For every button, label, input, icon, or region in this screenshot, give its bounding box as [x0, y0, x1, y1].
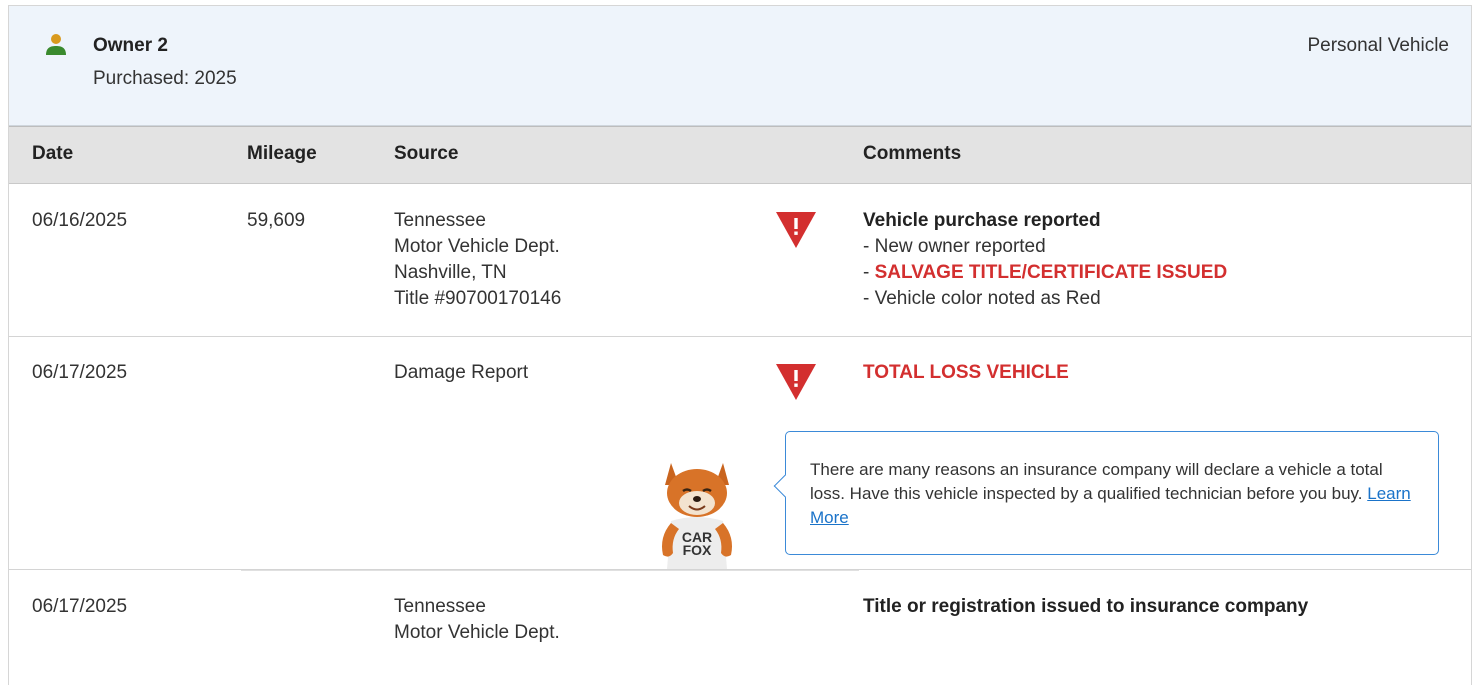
row-date: 06/16/2025: [32, 210, 128, 231]
tooltip-text: There are many reasons an insurance comp…: [810, 460, 1383, 503]
source-line: Damage Report: [394, 362, 529, 383]
mascot-shirt-line2: FOX: [683, 542, 712, 558]
owner-header: Owner 2 Purchased: 2025 Personal Vehicle: [9, 6, 1471, 126]
source-line: Motor Vehicle Dept.: [394, 622, 560, 643]
total-loss-tooltip: There are many reasons an insurance comp…: [773, 431, 1439, 555]
source-line: Tennessee: [394, 596, 486, 617]
comment-line-salvage: - SALVAGE TITLE/CERTIFICATE ISSUED: [863, 262, 1228, 283]
row-date: 06/17/2025: [32, 362, 128, 383]
alert-triangle-icon: [776, 364, 816, 400]
row-date: 06/17/2025: [32, 596, 128, 617]
source-line: Tennessee: [394, 210, 486, 231]
owner-purchased-year: Purchased: 2025: [93, 68, 237, 89]
comment-title: Vehicle purchase reported: [863, 210, 1101, 231]
row-comments: Vehicle purchase reported - New owner re…: [863, 208, 1227, 312]
column-header-source: Source: [394, 143, 459, 164]
source-line: Motor Vehicle Dept.: [394, 236, 560, 257]
table-row: 06/17/2025 Damage Report TOTAL LOSS VEHI…: [9, 337, 1471, 569]
source-line: Title #90700170146: [394, 288, 562, 309]
column-header-comments: Comments: [863, 143, 962, 164]
table-row: 06/16/2025 59,609 Tennessee Motor Vehicl…: [9, 184, 1471, 337]
column-header-date: Date: [32, 143, 74, 164]
owner-title: Owner 2: [93, 35, 168, 56]
owner-vehicle-type: Personal Vehicle: [1307, 35, 1449, 56]
comment-line: - New owner reported: [863, 236, 1046, 257]
vehicle-history-card: Owner 2 Purchased: 2025 Personal Vehicle…: [8, 5, 1472, 685]
row-mileage: 59,609: [247, 210, 306, 231]
column-header-mileage: Mileage: [247, 143, 317, 164]
comment-line: - Vehicle color noted as Red: [863, 288, 1101, 309]
carfox-mascot-icon: CAR FOX: [662, 463, 732, 569]
person-icon: [46, 34, 66, 55]
total-loss-label: TOTAL LOSS VEHICLE: [863, 362, 1069, 383]
row-source: Tennessee Motor Vehicle Dept.: [394, 594, 560, 646]
row-source: Tennessee Motor Vehicle Dept. Nashville,…: [394, 208, 561, 312]
tooltip-arrow: [773, 474, 797, 498]
alert-triangle-icon: [776, 212, 816, 248]
row-source: Damage Report: [394, 360, 528, 386]
source-line: Nashville, TN: [394, 262, 507, 283]
history-table-header: Date Mileage Source Comments: [9, 126, 1471, 184]
comment-title: Title or registration issued to insuranc…: [863, 596, 1309, 617]
